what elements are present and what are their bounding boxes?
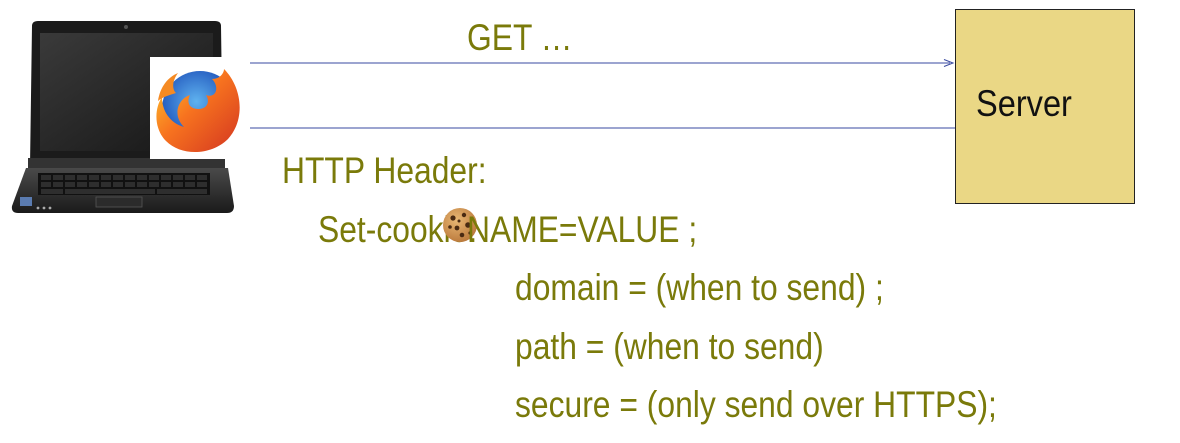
- request-label: GET …: [467, 17, 573, 58]
- cookie-path-attribute: path = (when to send): [515, 326, 824, 367]
- http-header-label: HTTP Header:: [282, 150, 487, 191]
- server-label: Server: [976, 83, 1072, 124]
- cookie-name-value: NAME=VALUE ;: [467, 209, 698, 250]
- cookie-secure-attribute: secure = (only send over HTTPS);: [515, 384, 997, 425]
- cookie-domain-attribute: domain = (when to send) ;: [515, 267, 884, 308]
